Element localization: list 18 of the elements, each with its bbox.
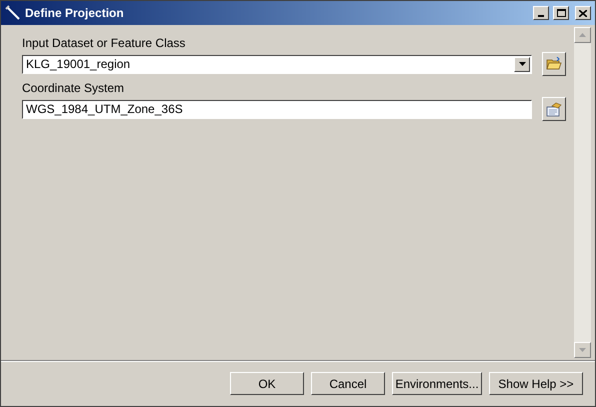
folder-button[interactable] <box>542 52 566 76</box>
window-title: Define Projection <box>25 5 125 22</box>
close-icon <box>579 10 587 16</box>
show-help-button[interactable]: Show Help >> <box>489 372 583 395</box>
dataset-dropdown[interactable]: KLG_19001_region <box>22 54 532 74</box>
cancel-button[interactable]: Cancel <box>311 372 385 395</box>
ok-button[interactable]: OK <box>230 372 304 395</box>
field-label: Input Dataset or Feature Class <box>22 35 186 51</box>
maximize-button[interactable] <box>553 6 569 20</box>
properties-icon <box>546 102 562 116</box>
close-button[interactable] <box>575 6 591 20</box>
environments-button[interactable]: Environments... <box>392 372 482 395</box>
minimize-button[interactable] <box>533 6 549 20</box>
properties-button[interactable] <box>542 97 566 121</box>
field-label: Coordinate System <box>22 80 126 96</box>
folder-icon <box>546 57 562 71</box>
hammer-icon <box>5 5 21 21</box>
coordinate-system-field[interactable]: WGS_1984_UTM_Zone_36S <box>22 100 532 118</box>
